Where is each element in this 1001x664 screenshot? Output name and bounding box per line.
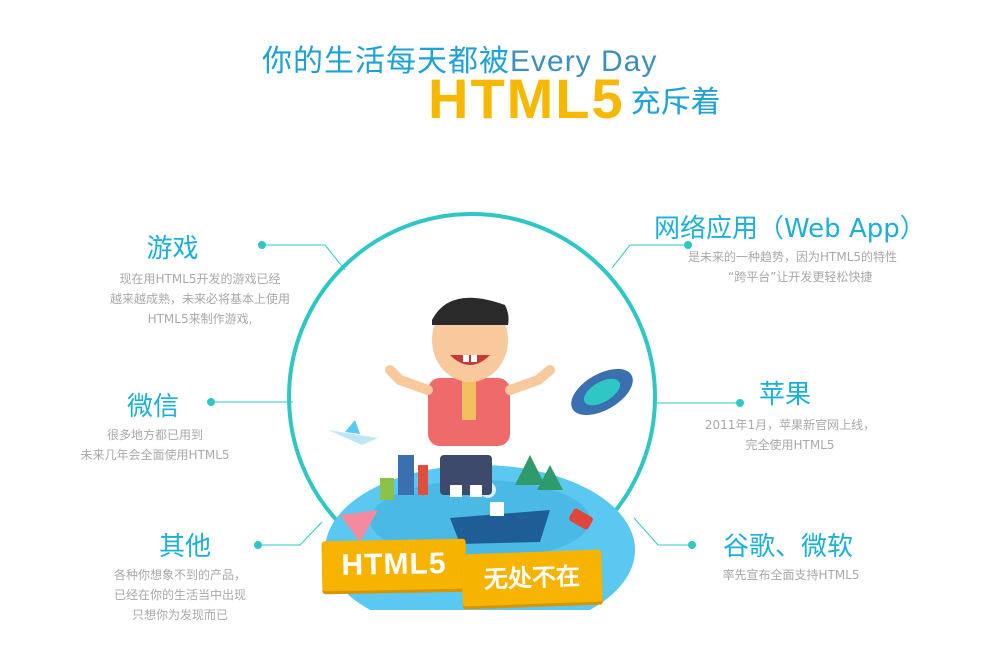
feature-wechat-desc-1: 很多地方都已用到 xyxy=(106,428,203,442)
feature-apple: 苹果 2011年1月，苹果新官网上线， 完全使用HTML5 xyxy=(680,374,900,455)
banner-html5-text: HTML5 xyxy=(341,547,447,582)
banner-everywhere-text: 无处不在 xyxy=(483,562,581,594)
feature-games-desc-1: 现在用HTML5开发的游戏已经 xyxy=(119,272,281,286)
feature-apple-desc-1: 2011年1月，苹果新官网上线， xyxy=(704,418,876,432)
feature-games-desc-3: HTML5来制作游戏, xyxy=(147,312,253,326)
feature-others-title: 其他 xyxy=(158,532,211,562)
feature-google-desc-1: 率先宣布全面支持HTML5 xyxy=(722,568,860,582)
building-icon xyxy=(398,455,414,495)
feature-wechat: 微信 很多地方都已用到 未来几年会全面使用HTML5 xyxy=(60,386,250,465)
feature-google-title: 谷歌、微软 xyxy=(722,532,853,562)
feature-google: 谷歌、微软 率先宣布全面支持HTML5 xyxy=(686,526,896,585)
feature-webapp: 网络应用（Web App） 是未来的一种趋势，因为HTML5的特性 “跨平台”让… xyxy=(648,208,988,287)
feature-apple-desc-2: 完全使用HTML5 xyxy=(745,438,835,452)
feature-apple-title: 苹果 xyxy=(758,380,811,410)
feature-webapp-desc-1: 是未来的一种趋势，因为HTML5的特性 xyxy=(688,250,898,264)
feature-games-desc-2: 越来越成熟，未来必将基本上使用 xyxy=(109,292,290,306)
feature-others: 其他 各种你想象不到的产品， 已经在你的生活当中出现 只想你为发现而已 xyxy=(90,526,270,625)
feature-games: 游戏 现在用HTML5开发的游戏已经 越来越成熟，未来必将基本上使用 HTML5… xyxy=(90,228,310,329)
feature-wechat-desc-2: 未来几年会全面使用HTML5 xyxy=(80,448,230,462)
feature-others-desc-2: 已经在你的生活当中出现 xyxy=(113,588,246,602)
banner-everywhere: 无处不在 xyxy=(461,549,603,607)
feature-wechat-title: 微信 xyxy=(126,392,179,422)
feature-webapp-desc-2: “跨平台”让开发更轻松快捷 xyxy=(728,270,873,284)
feature-others-desc-3: 只想你为发现而已 xyxy=(131,608,228,622)
feature-others-desc-1: 各种你想象不到的产品， xyxy=(113,568,246,582)
banner-html5: HTML5 xyxy=(321,538,467,592)
character-legs xyxy=(440,455,492,495)
feature-webapp-title: 网络应用（Web App） xyxy=(654,214,926,244)
feature-games-title: 游戏 xyxy=(146,234,199,264)
